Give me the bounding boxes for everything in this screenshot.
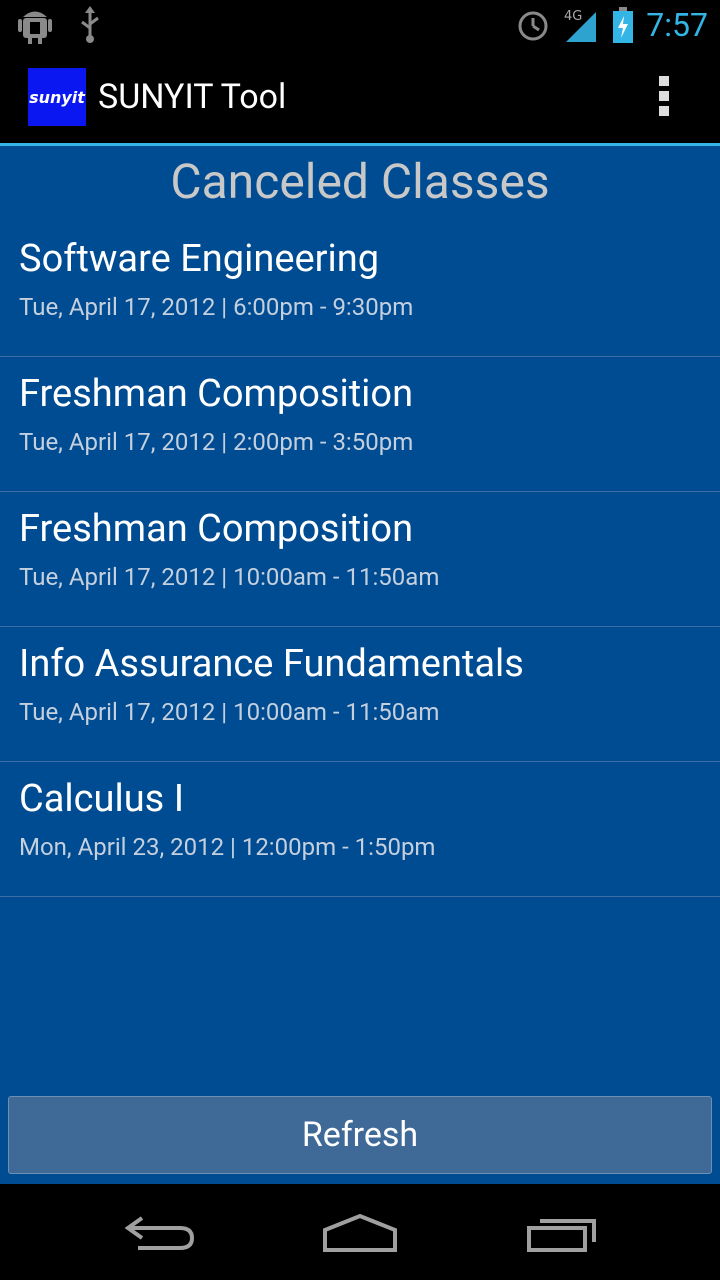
clock: 7:57 — [646, 6, 708, 44]
class-name: Info Assurance Fundamentals — [19, 642, 524, 686]
android-debug-icon — [18, 11, 52, 44]
list-item[interactable]: Info Assurance Fundamentals Tue, April 1… — [0, 627, 720, 762]
overflow-menu-icon[interactable] — [652, 76, 676, 122]
class-name: Calculus I — [19, 777, 185, 821]
action-bar: sunyit SUNYIT Tool — [0, 50, 720, 146]
class-details: Mon, April 23, 2012 | 12:00pm - 1:50pm — [19, 833, 436, 861]
canceled-classes-list: Software Engineering Tue, April 17, 2012… — [0, 222, 720, 897]
class-name: Freshman Composition — [19, 507, 414, 551]
back-icon[interactable] — [124, 1212, 196, 1252]
main-content: Canceled Classes Software Engineering Tu… — [0, 146, 720, 1184]
app-logo[interactable]: sunyit — [28, 68, 86, 126]
svg-text:4G: 4G — [564, 9, 582, 24]
recent-apps-icon[interactable] — [526, 1212, 598, 1254]
list-item[interactable]: Freshman Composition Tue, April 17, 2012… — [0, 492, 720, 627]
signal-4g-icon: 4G — [564, 9, 597, 42]
refresh-button[interactable]: Refresh — [8, 1096, 712, 1174]
class-details: Tue, April 17, 2012 | 6:00pm - 9:30pm — [19, 293, 414, 321]
class-details: Tue, April 17, 2012 | 10:00am - 11:50am — [19, 563, 440, 591]
class-details: Tue, April 17, 2012 | 2:00pm - 3:50pm — [19, 428, 414, 456]
app-title: SUNYIT Tool — [98, 77, 287, 117]
class-details: Tue, April 17, 2012 | 10:00am - 11:50am — [19, 698, 440, 726]
class-name: Freshman Composition — [19, 372, 414, 416]
usb-icon — [81, 6, 99, 43]
page-title: Canceled Classes — [170, 153, 550, 210]
navigation-bar — [0, 1184, 720, 1280]
status-bar: 4G 7:57 — [0, 0, 720, 50]
list-item[interactable]: Software Engineering Tue, April 17, 2012… — [0, 222, 720, 357]
alarm-icon — [518, 11, 548, 41]
class-name: Software Engineering — [19, 237, 380, 281]
battery-charging-icon — [613, 7, 634, 43]
list-item[interactable]: Freshman Composition Tue, April 17, 2012… — [0, 357, 720, 492]
list-item[interactable]: Calculus I Mon, April 23, 2012 | 12:00pm… — [0, 762, 720, 897]
home-icon[interactable] — [322, 1212, 398, 1252]
